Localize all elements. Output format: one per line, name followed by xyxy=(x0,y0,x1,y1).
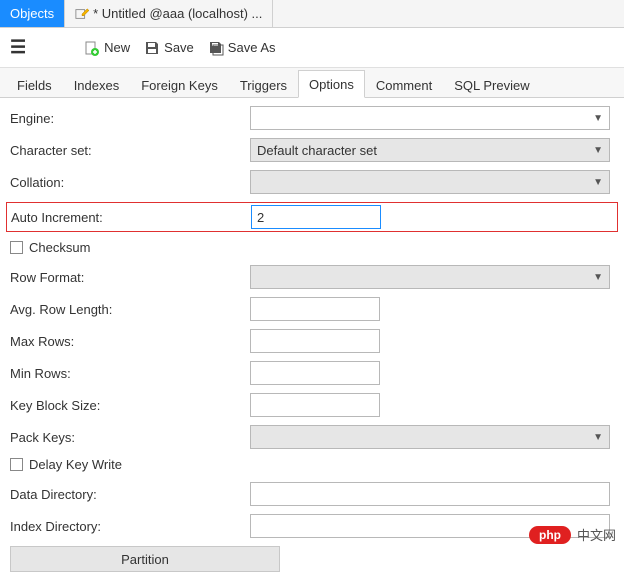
highlight-auto-increment: Auto Increment: 2 xyxy=(6,202,618,232)
row-format-select[interactable]: ▼ xyxy=(250,265,610,289)
chevron-down-icon: ▼ xyxy=(593,177,603,188)
checksum-checkbox[interactable] xyxy=(10,241,23,254)
row-row-format: Row Format: ▼ xyxy=(10,265,614,289)
label-collation: Collation: xyxy=(10,175,250,190)
key-block-size-input[interactable] xyxy=(250,393,380,417)
new-label: New xyxy=(104,40,130,55)
save-button[interactable]: Save xyxy=(144,40,194,56)
tab-untitled-label: * Untitled @aaa (localhost) ... xyxy=(93,6,262,21)
auto-increment-input[interactable]: 2 xyxy=(251,205,381,229)
row-pack-keys: Pack Keys: ▼ xyxy=(10,425,614,449)
toolbar: ☰ New Save Save As xyxy=(0,28,624,68)
save-as-label: Save As xyxy=(228,40,276,55)
label-row-format: Row Format: xyxy=(10,270,250,285)
new-icon xyxy=(84,40,100,56)
table-edit-icon xyxy=(75,7,89,21)
chevron-down-icon: ▼ xyxy=(593,432,603,443)
watermark: php 中文网 xyxy=(529,525,616,544)
tab-objects-label: Objects xyxy=(10,6,54,21)
row-delay-key-write: Delay Key Write xyxy=(10,457,614,472)
tab-indexes[interactable]: Indexes xyxy=(63,71,131,98)
label-auto-increment: Auto Increment: xyxy=(11,210,251,225)
save-as-button[interactable]: Save As xyxy=(208,40,276,56)
pack-keys-select[interactable]: ▼ xyxy=(250,425,610,449)
row-data-directory: Data Directory: xyxy=(10,482,614,506)
save-as-icon xyxy=(208,40,224,56)
label-min-rows: Min Rows: xyxy=(10,366,250,381)
partition-button[interactable]: Partition xyxy=(10,546,280,572)
label-max-rows: Max Rows: xyxy=(10,334,250,349)
save-label: Save xyxy=(164,40,194,55)
delay-key-write-checkbox[interactable] xyxy=(10,458,23,471)
tab-foreign-keys[interactable]: Foreign Keys xyxy=(130,71,229,98)
collation-select[interactable]: ▼ xyxy=(250,170,610,194)
chevron-down-icon: ▼ xyxy=(593,145,603,156)
label-index-directory: Index Directory: xyxy=(10,519,250,534)
avg-row-length-input[interactable] xyxy=(250,297,380,321)
row-index-directory: Index Directory: xyxy=(10,514,614,538)
auto-increment-value: 2 xyxy=(257,210,264,225)
row-max-rows: Max Rows: xyxy=(10,329,614,353)
label-avg-row-length: Avg. Row Length: xyxy=(10,302,250,317)
window-tabs: Objects * Untitled @aaa (localhost) ... xyxy=(0,0,624,28)
label-data-directory: Data Directory: xyxy=(10,487,250,502)
new-button[interactable]: New xyxy=(84,40,130,56)
save-icon xyxy=(144,40,160,56)
tab-untitled[interactable]: * Untitled @aaa (localhost) ... xyxy=(65,0,273,27)
tab-fields[interactable]: Fields xyxy=(6,71,63,98)
engine-select[interactable]: ▼ xyxy=(250,106,610,130)
chevron-down-icon: ▼ xyxy=(593,272,603,283)
data-directory-input[interactable] xyxy=(250,482,610,506)
row-key-block-size: Key Block Size: xyxy=(10,393,614,417)
tab-triggers[interactable]: Triggers xyxy=(229,71,298,98)
min-rows-input[interactable] xyxy=(250,361,380,385)
tab-objects[interactable]: Objects xyxy=(0,0,65,27)
table-designer-tabs: Fields Indexes Foreign Keys Triggers Opt… xyxy=(0,68,624,98)
max-rows-input[interactable] xyxy=(250,329,380,353)
php-pill: php xyxy=(529,526,571,544)
menu-icon[interactable]: ☰ xyxy=(10,37,26,58)
tab-comment[interactable]: Comment xyxy=(365,71,443,98)
chevron-down-icon: ▼ xyxy=(593,113,603,124)
charset-select[interactable]: Default character set ▼ xyxy=(250,138,610,162)
row-charset: Character set: Default character set ▼ xyxy=(10,138,614,162)
watermark-text: 中文网 xyxy=(577,525,616,544)
row-avg-row-length: Avg. Row Length: xyxy=(10,297,614,321)
row-checksum: Checksum xyxy=(10,240,614,255)
row-min-rows: Min Rows: xyxy=(10,361,614,385)
partition-label: Partition xyxy=(121,552,169,567)
charset-value: Default character set xyxy=(257,143,377,158)
label-delay-key-write: Delay Key Write xyxy=(29,457,122,472)
label-pack-keys: Pack Keys: xyxy=(10,430,250,445)
row-collation: Collation: ▼ xyxy=(10,170,614,194)
options-form: Engine: ▼ Character set: Default charact… xyxy=(0,98,624,580)
label-charset: Character set: xyxy=(10,143,250,158)
tab-options[interactable]: Options xyxy=(298,70,365,98)
row-engine: Engine: ▼ xyxy=(10,106,614,130)
label-engine: Engine: xyxy=(10,111,250,126)
label-checksum: Checksum xyxy=(29,240,90,255)
tab-sql-preview[interactable]: SQL Preview xyxy=(443,71,540,98)
label-key-block-size: Key Block Size: xyxy=(10,398,250,413)
